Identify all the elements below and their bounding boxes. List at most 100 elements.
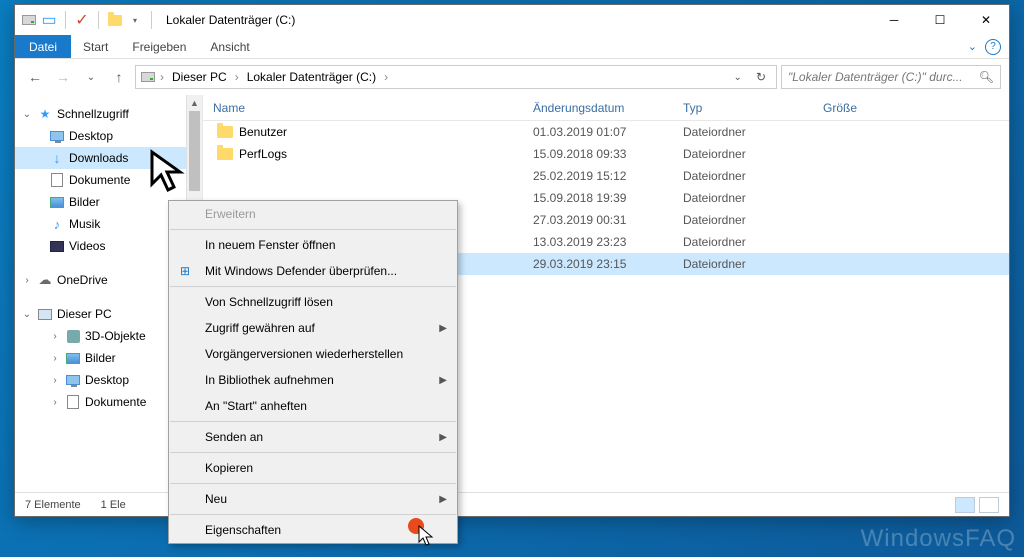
ribbon-tabs: Datei Start Freigeben Ansicht ⌄ ? (15, 35, 1009, 59)
separator (65, 11, 66, 29)
music-icon: ♪ (49, 216, 65, 232)
tree-label: Dokumente (69, 173, 130, 187)
context-menu-item[interactable]: Von Schnellzugriff lösen (169, 289, 457, 315)
col-header-type[interactable]: Typ (673, 101, 813, 115)
tree-label: Bilder (85, 351, 116, 365)
tree-desktop[interactable]: Desktop (15, 125, 202, 147)
col-header-name[interactable]: Name (203, 101, 523, 115)
context-menu-item[interactable]: In Bibliothek aufnehmen▶ (169, 367, 457, 393)
context-menu-label: Kopieren (205, 461, 253, 475)
title-bar: ▭ ✓ ▾ Lokaler Datenträger (C:) ─ ☐ ✕ (15, 5, 1009, 35)
context-menu-label: Eigenschaften (205, 523, 281, 537)
help-icon[interactable]: ? (985, 39, 1001, 55)
breadcrumb-sep: › (160, 70, 164, 84)
expand-icon[interactable]: › (49, 353, 61, 364)
expand-icon[interactable]: › (21, 275, 33, 286)
main-content: ⌄ ★ Schnellzugriff Desktop ↓ Downloads D… (15, 95, 1009, 492)
context-menu-label: Erweitern (205, 207, 256, 221)
scroll-thumb[interactable] (189, 111, 200, 191)
breadcrumb-item[interactable]: Lokaler Datenträger (C:) (243, 70, 380, 84)
file-date: 13.03.2019 23:23 (523, 235, 673, 249)
selected-count: 1 Ele (101, 499, 126, 511)
tree-label: Musik (69, 217, 100, 231)
context-menu-item[interactable]: Kopieren (169, 455, 457, 481)
ribbon-tab-start[interactable]: Start (71, 35, 120, 58)
file-name: PerfLogs (239, 147, 287, 161)
tree-label: Dieser PC (57, 307, 112, 321)
breadcrumb-sep: › (235, 70, 239, 84)
context-menu-item[interactable]: ⊞Mit Windows Defender überprüfen... (169, 258, 457, 284)
check-icon[interactable]: ✓ (74, 12, 90, 28)
context-menu-item[interactable]: Senden an▶ (169, 424, 457, 450)
tree-label: OneDrive (57, 273, 108, 287)
item-count: 7 Elemente (25, 499, 81, 511)
dropdown-icon[interactable]: ▾ (127, 12, 143, 28)
context-menu-item[interactable]: Zugriff gewähren auf▶ (169, 315, 457, 341)
forward-button[interactable]: → (51, 65, 75, 89)
folder-icon[interactable] (107, 12, 123, 28)
tree-downloads[interactable]: ↓ Downloads (15, 147, 202, 169)
context-menu-label: Von Schnellzugriff lösen (205, 295, 333, 309)
expand-icon[interactable]: › (49, 397, 61, 408)
submenu-arrow-icon: ▶ (439, 375, 447, 386)
search-placeholder: "Lokaler Datenträger (C:)" durc... (788, 70, 963, 84)
addr-dropdown-icon[interactable]: ⌄ (728, 72, 748, 83)
file-date: 15.09.2018 09:33 (523, 147, 673, 161)
tree-quick-access[interactable]: ⌄ ★ Schnellzugriff (15, 103, 202, 125)
context-menu-item: Erweitern (169, 201, 457, 227)
context-menu-item[interactable]: In neuem Fenster öffnen (169, 232, 457, 258)
context-menu: Erweitern In neuem Fenster öffnen⊞Mit Win… (168, 200, 458, 544)
watermark: WindowsFAQ (861, 525, 1016, 553)
document-icon (65, 394, 81, 410)
context-menu-item[interactable]: An "Start" anheften (169, 393, 457, 419)
address-bar[interactable]: › Dieser PC › Lokaler Datenträger (C:) ›… (135, 65, 777, 89)
drive-icon (140, 69, 156, 85)
submenu-arrow-icon: ▶ (439, 432, 447, 443)
close-button[interactable]: ✕ (963, 5, 1009, 35)
tree-documents[interactable]: Dokumente (15, 169, 202, 191)
expand-icon[interactable]: ⌄ (21, 309, 33, 320)
details-view-icon[interactable] (955, 497, 975, 513)
refresh-icon[interactable]: ↻ (750, 70, 772, 84)
expand-icon[interactable]: › (49, 375, 61, 386)
col-header-date[interactable]: Änderungsdatum (523, 101, 673, 115)
file-type: Dateiordner (673, 147, 813, 161)
col-header-size[interactable]: Größe (813, 101, 913, 115)
chevron-down-icon[interactable]: ⌄ (968, 40, 977, 53)
back-button[interactable]: ← (23, 65, 47, 89)
download-icon: ↓ (49, 150, 65, 166)
minimize-button[interactable]: ─ (871, 5, 917, 35)
properties-icon[interactable]: ▭ (41, 12, 57, 28)
view-mode-icons (955, 497, 999, 513)
file-type: Dateiordner (673, 191, 813, 205)
video-icon (49, 238, 65, 254)
search-box[interactable]: "Lokaler Datenträger (C:)" durc... 🔍︎ (781, 65, 1001, 89)
tree-label: Downloads (69, 151, 128, 165)
status-bar: 7 Elemente 1 Ele (15, 492, 1009, 516)
file-name: Benutzer (239, 125, 287, 139)
scroll-up-icon[interactable]: ▲ (187, 95, 202, 111)
cloud-icon: ☁ (37, 272, 53, 288)
expand-icon[interactable]: ⌄ (21, 109, 33, 120)
ribbon-tab-share[interactable]: Freigeben (120, 35, 198, 58)
ribbon-tab-view[interactable]: Ansicht (198, 35, 261, 58)
file-row[interactable]: Benutzer01.03.2019 01:07Dateiordner (203, 121, 1009, 143)
file-row[interactable]: PerfLogs 15.09.2018 09:33Dateiordner (203, 143, 1009, 165)
context-menu-item[interactable]: Vorgängerversionen wiederherstellen (169, 341, 457, 367)
file-date: 25.02.2019 15:12 (523, 169, 673, 183)
pc-icon (37, 306, 53, 322)
up-button[interactable]: ↑ (107, 65, 131, 89)
large-icons-view-icon[interactable] (979, 497, 999, 513)
navigation-bar: ← → ⌄ ↑ › Dieser PC › Lokaler Datenträge… (15, 59, 1009, 95)
recent-dropdown[interactable]: ⌄ (79, 65, 103, 89)
expand-icon[interactable]: › (49, 331, 61, 342)
search-icon[interactable]: 🔍︎ (979, 70, 994, 84)
file-type: Dateiordner (673, 125, 813, 139)
maximize-button[interactable]: ☐ (917, 5, 963, 35)
breadcrumb-item[interactable]: Dieser PC (168, 70, 231, 84)
context-menu-label: Vorgängerversionen wiederherstellen (205, 347, 403, 361)
file-row[interactable]: 25.02.2019 15:12Dateiordner (203, 165, 1009, 187)
context-menu-item[interactable]: Neu▶ (169, 486, 457, 512)
file-tab[interactable]: Datei (15, 35, 71, 58)
quick-access-toolbar: ▭ ✓ ▾ (21, 11, 156, 29)
